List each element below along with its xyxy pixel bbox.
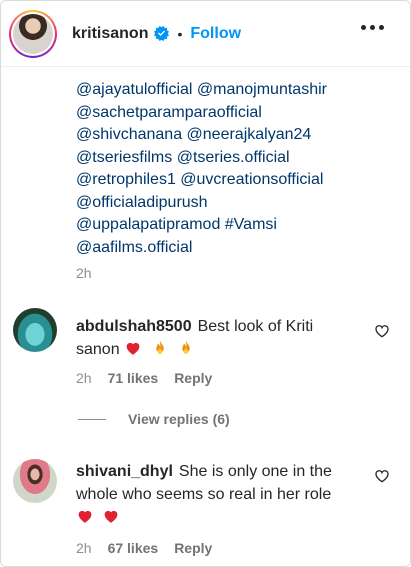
caption-mention-line[interactable]: @tseriesfilms @tseries.official [76,147,376,170]
reply-button[interactable]: Reply [174,370,212,386]
caption-mention-line[interactable]: @ajayatulofficial @manojmuntashir [76,79,376,102]
caption-mention-line[interactable]: @uppalapatipramod #Vamsi [76,214,376,237]
red-heart-emoji-icon [78,510,92,523]
comment-body-line1: Best look of Kriti [197,318,314,335]
comment-likes-count[interactable]: 67 likes [108,540,159,556]
like-comment-heart-icon[interactable] [374,323,390,339]
comment-text: shivani_dhyl She is only one in the whole… [76,460,356,529]
commenter-username[interactable]: abdulshah8500 [76,318,192,335]
caption-text: @ajayatulofficial @manojmuntashir @ajaya… [76,57,376,259]
comment-text: abdulshah8500 Best look of Kriti sanon [76,315,356,361]
header-separator: • [177,25,183,42]
comment-body-line1: She is only one in the [178,463,332,480]
profile-username[interactable]: kritisanon [72,25,148,43]
more-dot [361,25,366,30]
verified-badge-icon [154,26,170,41]
red-heart-emoji-icon [105,510,118,523]
avatar-inner-border [11,11,55,56]
follow-button[interactable]: Follow [190,25,241,43]
red-heart-emoji-icon [126,342,140,355]
comment-meta: 2h 67 likes Reply [76,540,212,556]
commenter-username[interactable]: shivani_dhyl [76,463,173,480]
post-comments-panel: kritisanon • Follow @ajayatulofficial @m… [0,0,411,567]
more-dot [379,25,384,30]
caption-mention-line[interactable]: @shivchanana @neerajkalyan24 [76,124,376,147]
commenter-avatar[interactable] [13,308,57,352]
more-options-icon[interactable] [361,25,384,30]
like-comment-heart-icon[interactable] [374,468,390,484]
caption-timestamp[interactable]: 2h [76,265,92,281]
fire-emoji-icon [182,340,190,354]
comment-timestamp[interactable]: 2h [76,370,92,386]
view-replies-button[interactable]: View replies (6) [78,411,230,427]
avatar-photo [13,13,53,54]
replies-divider-line [78,418,106,420]
comment-meta: 2h 71 likes Reply [76,370,212,386]
caption-mention-line[interactable]: @retrophiles1 @uvcreationsofficial [76,169,376,192]
reply-button[interactable]: Reply [174,540,212,556]
profile-avatar[interactable] [9,9,57,58]
commenter-avatar[interactable] [13,459,57,503]
comment-likes-count[interactable]: 71 likes [108,370,159,386]
caption-mention-line[interactable]: @sachetparamparaofficial [76,102,376,125]
view-replies-label: View replies (6) [128,411,230,427]
comment-body-line2: sanon [76,341,120,358]
caption-mention-line[interactable]: @aafilms.official [76,237,376,260]
more-dot [370,25,375,30]
post-header: kritisanon • Follow [1,1,410,67]
caption-mention-line[interactable]: @officialadipurush [76,192,376,215]
fire-emoji-icon [155,340,164,354]
comment-body-line2: whole who seems so real in her role [76,486,332,503]
comment-timestamp[interactable]: 2h [76,540,92,556]
